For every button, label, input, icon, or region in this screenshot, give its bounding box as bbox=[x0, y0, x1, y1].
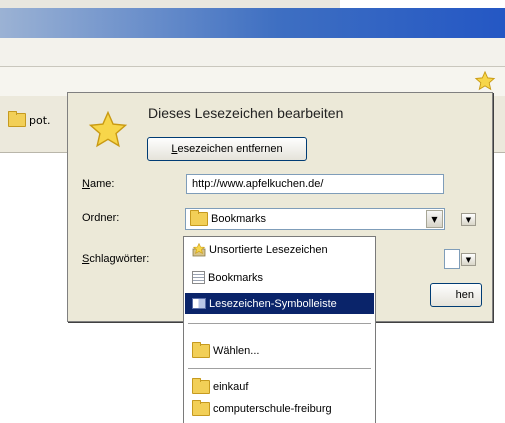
dropdown-item-label: Wählen... bbox=[213, 344, 260, 357]
remove-bookmark-button[interactable]: Lesezeichen entfernen bbox=[147, 137, 307, 161]
bookmarks-toolbar-icon bbox=[192, 298, 206, 309]
remove-label: esezeichen entfernen bbox=[177, 143, 283, 155]
folder-expander-button[interactable]: ▼ bbox=[461, 213, 476, 226]
name-input[interactable]: http://www.apfelkuchen.de/ bbox=[186, 174, 444, 194]
folder-select[interactable]: Bookmarks ▼ bbox=[185, 208, 445, 230]
dropdown-item-unsorted[interactable]: Unsortierte Lesezeichen bbox=[185, 239, 374, 260]
chevron-down-icon[interactable]: ▼ bbox=[426, 210, 443, 228]
folder-select-value: Bookmarks bbox=[211, 213, 267, 225]
window-frame-gap bbox=[340, 0, 505, 8]
dropdown-item-label: Bookmarks bbox=[208, 271, 264, 284]
dropdown-item-bookmarks[interactable]: Bookmarks bbox=[185, 267, 374, 288]
folder-label: Ordner: bbox=[82, 212, 120, 224]
folder-dropdown-list: Unsortierte Lesezeichen Bookmarks Leseze… bbox=[183, 236, 376, 423]
bookmarks-menu-icon bbox=[192, 271, 205, 284]
dropdown-item-label: Lesezeichen-Symbolleiste bbox=[209, 297, 337, 310]
panel-title: Dieses Lesezeichen bearbeiten bbox=[148, 105, 344, 121]
menu-bar bbox=[0, 38, 505, 67]
dropdown-item-bookmarks-toolbar[interactable]: Lesezeichen-Symbolleiste bbox=[185, 293, 374, 314]
toolbar-folder-pot[interactable]: pot. bbox=[8, 107, 68, 133]
dropdown-item-computerschule[interactable]: computerschule-freiburg bbox=[185, 398, 374, 419]
dropdown-item-label: computerschule-freiburg bbox=[213, 402, 332, 415]
unsorted-bookmarks-icon bbox=[192, 242, 206, 257]
name-label: Name: bbox=[82, 178, 115, 190]
folder-icon bbox=[8, 111, 26, 127]
done-button[interactable]: hen bbox=[430, 283, 482, 307]
title-bar bbox=[0, 8, 505, 38]
dropdown-item-choose[interactable]: Wählen... bbox=[185, 340, 374, 361]
bookmark-star-icon[interactable] bbox=[474, 70, 496, 92]
dropdown-separator bbox=[188, 368, 371, 369]
folder-icon bbox=[190, 210, 208, 226]
folder-icon bbox=[192, 399, 210, 416]
dropdown-item-label: einkauf bbox=[213, 380, 249, 393]
dropdown-item-einkauf[interactable]: einkauf bbox=[185, 376, 374, 397]
tags-label: Schlagwörter: bbox=[82, 253, 150, 265]
folder-icon bbox=[192, 377, 210, 394]
folder-icon bbox=[192, 341, 210, 358]
dropdown-item-label: Unsortierte Lesezeichen bbox=[209, 243, 328, 256]
dropdown-separator bbox=[188, 323, 371, 324]
tags-expander-button[interactable]: ▼ bbox=[461, 253, 476, 266]
star-icon bbox=[86, 109, 130, 151]
tags-input[interactable] bbox=[444, 249, 460, 269]
toolbar-folder-label: pot. bbox=[29, 113, 51, 127]
